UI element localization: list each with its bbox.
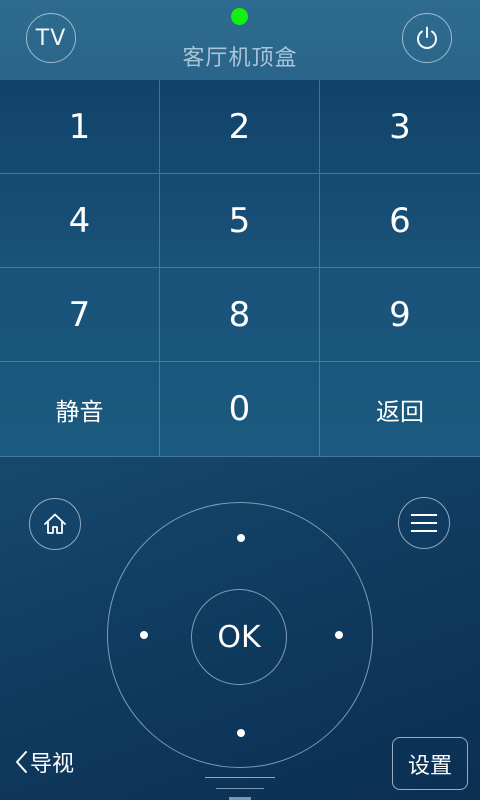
power-button[interactable] bbox=[402, 13, 452, 63]
guide-button[interactable]: 导视 bbox=[14, 746, 74, 778]
guide-label: 导视 bbox=[30, 752, 75, 777]
dpad-up-button[interactable] bbox=[237, 534, 245, 542]
ok-label: OK bbox=[217, 619, 261, 655]
drawer-handle[interactable] bbox=[205, 777, 275, 800]
home-button[interactable] bbox=[29, 498, 81, 550]
key-8[interactable]: 8 bbox=[160, 268, 320, 362]
key-3[interactable]: 3 bbox=[320, 80, 480, 174]
power-icon bbox=[417, 26, 437, 49]
chevron-left-icon bbox=[16, 751, 27, 773]
dpad-down-button[interactable] bbox=[237, 729, 245, 737]
key-0[interactable]: 0 bbox=[160, 362, 320, 456]
menu-icon bbox=[411, 514, 437, 532]
key-1[interactable]: 1 bbox=[0, 80, 160, 174]
back-key[interactable]: 返回 bbox=[320, 362, 480, 456]
dpad-right-button[interactable] bbox=[335, 631, 343, 639]
dpad-left-button[interactable] bbox=[140, 631, 148, 639]
mute-key[interactable]: 静音 bbox=[0, 362, 160, 456]
key-7[interactable]: 7 bbox=[0, 268, 160, 362]
status-indicator bbox=[231, 8, 248, 25]
home-icon bbox=[44, 513, 66, 534]
key-2[interactable]: 2 bbox=[160, 80, 320, 174]
settings-button[interactable]: 设置 bbox=[392, 737, 468, 790]
direction-pad: OK bbox=[107, 502, 373, 768]
menu-button[interactable] bbox=[398, 497, 450, 549]
settings-label: 设置 bbox=[407, 753, 452, 779]
key-5[interactable]: 5 bbox=[160, 174, 320, 268]
ok-button[interactable]: OK bbox=[191, 589, 287, 685]
header-bar: TV 客厅机顶盒 bbox=[0, 0, 480, 80]
key-9[interactable]: 9 bbox=[320, 268, 480, 362]
number-keypad: 1 2 3 4 5 6 7 8 9 静音 0 返回 bbox=[0, 80, 480, 457]
key-6[interactable]: 6 bbox=[320, 174, 480, 268]
key-4[interactable]: 4 bbox=[0, 174, 160, 268]
